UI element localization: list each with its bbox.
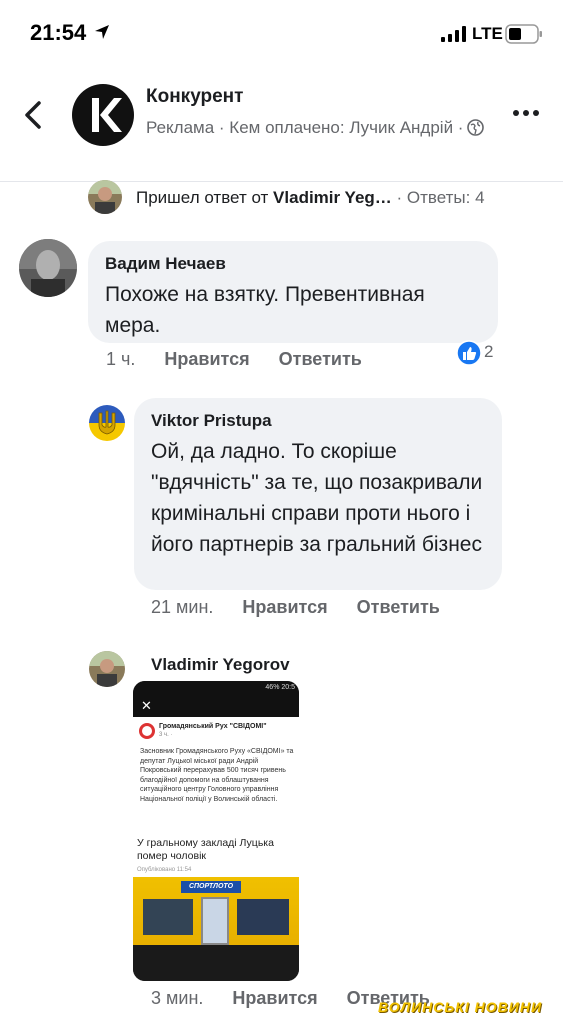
comment-text: Похоже на взятку. Превентивная мера. <box>105 283 425 337</box>
embedded-post-name: Громадянський Рух "СВІДОМІ" <box>159 723 267 730</box>
phone-bottom <box>133 945 299 981</box>
shop-door <box>201 897 229 945</box>
replies-count: · Ответы: 4 <box>391 188 485 207</box>
replies-author: Vladimir Yeg… <box>273 188 392 207</box>
battery-icon <box>505 24 542 44</box>
embedded-link-title: У гральному закладі Луцька помер чоловік <box>137 837 274 862</box>
comment-actions: 21 мин. Нравится Ответить <box>151 597 464 618</box>
embedded-photo: СПОРТЛОТО <box>133 877 299 945</box>
status-time: 21:54 <box>30 20 87 45</box>
reply-button[interactable]: Ответить <box>357 597 440 617</box>
avatar[interactable] <box>89 405 125 441</box>
trident-icon <box>89 405 125 441</box>
like-icon <box>456 340 482 366</box>
signal-icon <box>441 26 466 42</box>
more-icon[interactable] <box>512 108 540 118</box>
comment-author[interactable]: Vladimir Yegorov <box>151 654 290 676</box>
comment-time: 1 ч. <box>106 349 136 369</box>
shop-window <box>237 899 289 935</box>
close-icon: ✕ <box>133 695 299 717</box>
comment-image[interactable]: 46% 20:5 ✕ Громадянський Рух "СВІДОМІ" 3… <box>133 681 299 981</box>
svidomi-logo-icon <box>139 723 155 739</box>
like-button[interactable]: Нравится <box>242 597 327 617</box>
network-type: LTE <box>472 24 503 43</box>
shop-sign: СПОРТЛОТО <box>181 881 241 893</box>
comment-bubble: Viktor Pristupa Ой, да ладно. То скоріше… <box>134 398 502 590</box>
view-replies-row[interactable]: Пришел ответ от Vladimir Yeg… · Ответы: … <box>88 180 558 220</box>
reply-button[interactable]: Ответить <box>279 349 362 369</box>
avatar[interactable] <box>19 239 77 297</box>
page-name[interactable]: Конкурент <box>146 86 243 108</box>
globe-icon <box>467 119 485 136</box>
comment-actions: 1 ч. Нравится Ответить <box>106 349 386 370</box>
location-arrow-icon <box>95 25 109 39</box>
back-icon[interactable] <box>22 100 44 130</box>
embedded-post-text: Засновник Громадянського Руху «СВІДОМІ» … <box>140 748 294 803</box>
like-button[interactable]: Нравится <box>232 988 317 1008</box>
comment-text: Ой, да ладно. То скоріше "вдячність" за … <box>151 440 483 556</box>
comment-time: 3 мин. <box>151 988 204 1008</box>
embedded-post-time: 3 ч. · <box>159 732 173 738</box>
avatar[interactable] <box>89 651 125 687</box>
k-logo-icon <box>92 98 122 132</box>
embedded-link-date: Опубліковано 11:54 <box>137 867 192 873</box>
post-header: Конкурент Реклама · Кем оплачено: Лучик … <box>0 70 563 182</box>
sponsored-line: Реклама · Кем оплачено: Лучик Андрій · <box>146 116 506 140</box>
replies-summary[interactable]: Пришел ответ от Vladimir Yeg… · Ответы: … <box>136 188 485 208</box>
comment-bubble: Вадим Нечаев Похоже на взятку. Превентив… <box>88 241 498 343</box>
comment-author[interactable]: Вадим Нечаев <box>105 253 482 275</box>
comment-author[interactable]: Viktor Pristupa <box>151 410 486 432</box>
reaction-count: 2 <box>484 342 494 361</box>
embedded-post: Громадянський Рух "СВІДОМІ" 3 ч. · Засно… <box>133 717 299 945</box>
sponsored-text: Реклама · Кем оплачено: Лучик Андрій · <box>146 118 464 137</box>
watermark-logo: ВОЛИНСЬКІ НОВИНИ <box>378 999 543 1015</box>
comment-time: 21 мин. <box>151 597 214 617</box>
phone-status: 46% 20:5 <box>133 681 299 695</box>
shop-window <box>143 899 193 935</box>
replies-prefix: Пришел ответ от <box>136 188 274 207</box>
page-logo[interactable] <box>72 84 134 146</box>
avatar <box>88 180 122 214</box>
status-bar: 21:54 LTE <box>0 0 563 70</box>
like-button[interactable]: Нравится <box>164 349 249 369</box>
